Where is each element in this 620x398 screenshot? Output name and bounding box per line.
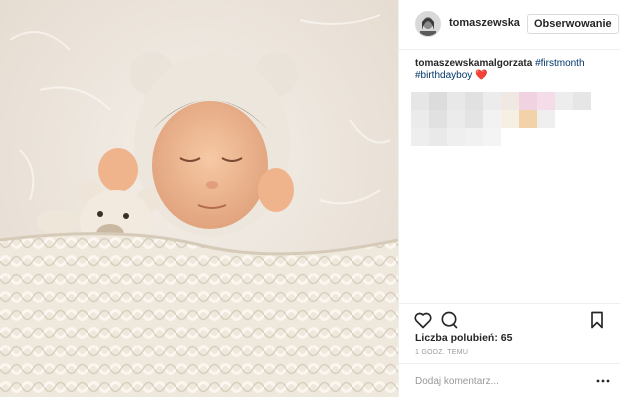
comment-area xyxy=(399,363,620,398)
post-header: tomaszewska Obserwowanie xyxy=(399,0,620,50)
baby-photo-illustration xyxy=(0,0,398,397)
bookmark-icon[interactable] xyxy=(587,310,607,330)
likes-count[interactable]: Liczba polubień: 65 xyxy=(415,332,512,344)
caption-username[interactable]: tomaszewskamalgorzata xyxy=(415,58,532,69)
instagram-post: tomaszewska Obserwowanie tomaszewskamalg… xyxy=(0,0,620,397)
hashtag-birthdayboy[interactable]: #birthdayboy xyxy=(415,70,472,81)
red-heart-emoji: ❤️ xyxy=(475,70,488,81)
header-username[interactable]: tomaszewska xyxy=(449,17,520,29)
hashtag-firstmonth[interactable]: #firstmonth xyxy=(535,58,584,69)
profile-avatar-icon xyxy=(416,12,440,36)
ellipsis-icon[interactable] xyxy=(595,372,611,388)
post-caption: tomaszewskamalgorzata #firstmonth #birth… xyxy=(415,58,611,82)
add-comment-input[interactable] xyxy=(415,373,585,389)
avatar[interactable] xyxy=(415,11,441,37)
post-actions xyxy=(399,303,620,334)
post-sidebar: tomaszewska Obserwowanie tomaszewskamalg… xyxy=(398,0,620,397)
post-photo[interactable] xyxy=(0,0,398,397)
following-button[interactable]: Obserwowanie xyxy=(527,14,619,34)
heart-outline-icon[interactable] xyxy=(413,310,433,330)
comment-bubble-icon[interactable] xyxy=(439,310,459,330)
post-timestamp[interactable]: 1 GODZ. TEMU xyxy=(415,349,468,356)
